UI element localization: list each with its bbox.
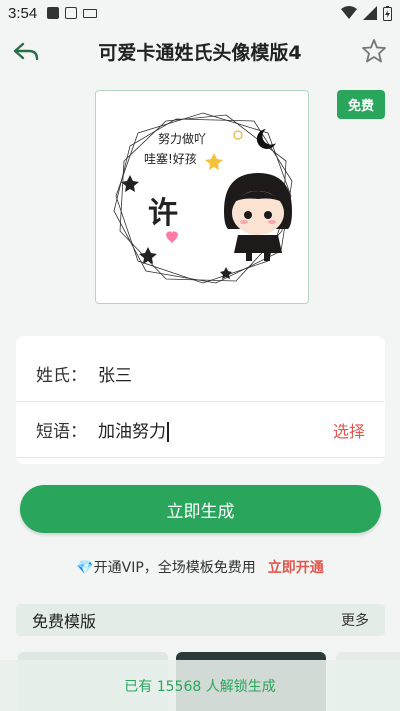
favorite-star-icon[interactable]: [360, 37, 388, 65]
surname-row[interactable]: 姓氏： 张三: [16, 346, 385, 402]
phrase-row[interactable]: 短语： 加油努力 选择: [16, 402, 385, 458]
phrase-input-text: 加油努力: [98, 422, 166, 442]
free-templates-header: 免费模版 更多: [16, 604, 385, 636]
notification-icons: [47, 7, 98, 19]
vip-promo-text: 💎开通VIP，全场模板免费用: [76, 560, 256, 576]
status-bar: 3:54: [0, 0, 400, 26]
deco-text-1: 努力做吖: [158, 131, 206, 146]
system-icons: [341, 5, 392, 21]
battery-icon: [383, 5, 392, 21]
select-phrase-button[interactable]: 选择: [333, 418, 365, 442]
image-notification-icon: [47, 7, 60, 19]
free-badge: 免费: [337, 90, 385, 119]
status-time: 3:54: [8, 4, 38, 22]
open-vip-link[interactable]: 立即开通: [268, 557, 324, 577]
text-cursor: [167, 422, 169, 442]
wifi-icon: [341, 6, 357, 19]
back-arrow-icon[interactable]: [12, 38, 40, 66]
surname-label: 姓氏：: [36, 366, 87, 386]
vip-promo: 💎开通VIP，全场模板免费用 立即开通: [0, 556, 400, 578]
input-form: 姓氏： 张三 短语： 加油努力 选择: [16, 336, 385, 464]
avatar-artwork: 努力做吖 哇塞!好孩 许: [113, 112, 293, 284]
font-notification-icon: [65, 7, 78, 19]
more-link[interactable]: 更多: [341, 610, 369, 630]
phrase-input[interactable]: 加油努力: [98, 417, 333, 442]
free-templates-title: 免费模版: [32, 612, 97, 631]
signal-icon: [363, 6, 377, 20]
keyboard-icon: [83, 8, 98, 18]
generate-button[interactable]: 立即生成: [20, 485, 381, 533]
unlock-count-banner: 已有 15568 人解锁生成: [0, 660, 400, 711]
app-header: 可爱卡通姓氏头像模版4: [0, 26, 400, 76]
surname-input[interactable]: 张三: [98, 361, 365, 386]
surname-char: 许: [148, 196, 178, 231]
phrase-label: 短语：: [36, 422, 87, 442]
page-title: 可爱卡通姓氏头像模版4: [98, 42, 302, 64]
template-preview-image: 努力做吖 哇塞!好孩 许: [95, 90, 309, 304]
deco-text-2: 哇塞!好孩: [144, 151, 197, 166]
